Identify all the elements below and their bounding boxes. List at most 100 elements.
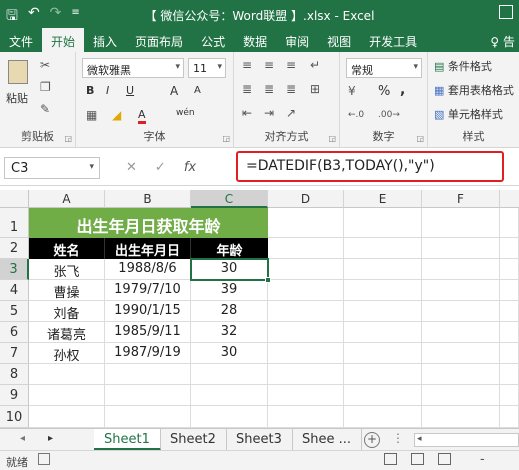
- header-birthdate[interactable]: 出生年月日: [105, 238, 191, 259]
- empty-cell[interactable]: [422, 322, 500, 343]
- empty-cell[interactable]: [500, 322, 519, 343]
- italic-button[interactable]: I: [106, 84, 109, 97]
- empty-cell[interactable]: [268, 406, 344, 428]
- cell-c6[interactable]: 32: [191, 322, 268, 343]
- empty-cell[interactable]: [422, 208, 500, 238]
- sheet-tab-sheet1[interactable]: Sheet1: [94, 429, 161, 451]
- empty-cell[interactable]: [500, 238, 519, 259]
- horizontal-scrollbar[interactable]: ◂: [414, 433, 519, 447]
- tab-review[interactable]: 审阅: [276, 28, 318, 52]
- cell-c5[interactable]: 28: [191, 301, 268, 322]
- empty-cell[interactable]: [500, 406, 519, 428]
- format-as-table-button[interactable]: ▦ 套用表格格式: [434, 82, 514, 98]
- macro-record-icon[interactable]: [38, 453, 50, 465]
- insert-function-icon[interactable]: fx: [184, 160, 196, 175]
- ribbon-display-options-icon[interactable]: [499, 5, 513, 19]
- align-left-icon[interactable]: ≣: [242, 82, 252, 96]
- font-size-select[interactable]: 11 ▾: [188, 58, 226, 78]
- empty-cell[interactable]: [500, 208, 519, 238]
- empty-cell[interactable]: [422, 364, 500, 385]
- shrink-font-button[interactable]: A: [194, 85, 201, 96]
- align-top-icon[interactable]: ≡: [242, 58, 252, 72]
- conditional-formatting-button[interactable]: ▤ 条件格式: [434, 58, 492, 74]
- cell-a5[interactable]: 刘备: [29, 301, 105, 322]
- empty-cell[interactable]: [344, 406, 422, 428]
- tab-view[interactable]: 视图: [318, 28, 360, 52]
- empty-cell[interactable]: [268, 301, 344, 322]
- empty-cell[interactable]: [500, 385, 519, 406]
- tab-formulas[interactable]: 公式: [192, 28, 234, 52]
- row-header-10[interactable]: 10: [0, 406, 29, 428]
- empty-cell[interactable]: [344, 259, 422, 280]
- empty-cell[interactable]: [344, 301, 422, 322]
- empty-cell[interactable]: [105, 385, 191, 406]
- add-sheet-button[interactable]: +: [364, 432, 380, 448]
- format-painter-icon[interactable]: ✎: [40, 102, 50, 116]
- column-header-c[interactable]: C: [191, 190, 268, 208]
- cell-styles-button[interactable]: ▧ 单元格样式: [434, 106, 503, 122]
- select-all-corner[interactable]: [0, 190, 29, 208]
- empty-cell[interactable]: [268, 208, 344, 238]
- cell-c4[interactable]: 39: [191, 280, 268, 301]
- empty-cell[interactable]: [105, 406, 191, 428]
- normal-view-icon[interactable]: [384, 453, 397, 465]
- empty-cell[interactable]: [29, 385, 105, 406]
- scroll-left-icon[interactable]: ◂: [417, 434, 422, 444]
- empty-cell[interactable]: [268, 238, 344, 259]
- cell-b4[interactable]: 1979/7/10: [105, 280, 191, 301]
- row-header-3[interactable]: 3: [0, 259, 29, 280]
- decrease-indent-icon[interactable]: ⇤: [242, 106, 252, 120]
- tab-insert[interactable]: 插入: [84, 28, 126, 52]
- column-header-a[interactable]: A: [29, 190, 105, 208]
- percent-style-button[interactable]: %: [378, 84, 390, 99]
- cell-b3[interactable]: 1988/8/6: [105, 259, 191, 280]
- cut-icon[interactable]: ✂: [40, 58, 50, 72]
- more-options-icon[interactable]: ⋮: [392, 431, 404, 445]
- row-header-7[interactable]: 7: [0, 343, 29, 364]
- active-cell-selection[interactable]: [190, 258, 271, 283]
- empty-cell[interactable]: [344, 385, 422, 406]
- grow-font-button[interactable]: A: [170, 84, 178, 98]
- align-bottom-icon[interactable]: ≡: [286, 58, 296, 72]
- column-header-d[interactable]: D: [268, 190, 344, 208]
- clipboard-launcher-icon[interactable]: ◲: [64, 134, 72, 143]
- empty-cell[interactable]: [29, 406, 105, 428]
- merge-center-icon[interactable]: ⊞: [310, 82, 320, 96]
- bold-button[interactable]: B: [86, 84, 94, 97]
- empty-cell[interactable]: [268, 364, 344, 385]
- empty-cell[interactable]: [268, 385, 344, 406]
- empty-cell[interactable]: [191, 406, 268, 428]
- empty-cell[interactable]: [344, 280, 422, 301]
- row-header-5[interactable]: 5: [0, 301, 29, 322]
- cell-b5[interactable]: 1990/1/15: [105, 301, 191, 322]
- font-launcher-icon[interactable]: ◲: [222, 134, 230, 143]
- empty-cell[interactable]: [268, 322, 344, 343]
- empty-cell[interactable]: [422, 343, 500, 364]
- title-banner[interactable]: 出生年月日获取年龄: [29, 208, 268, 238]
- row-header-6[interactable]: 6: [0, 322, 29, 343]
- sheet-tab-more[interactable]: Shee ...: [292, 429, 363, 451]
- empty-cell[interactable]: [422, 280, 500, 301]
- row-header-4[interactable]: 4: [0, 280, 29, 301]
- page-layout-view-icon[interactable]: [411, 453, 424, 465]
- cell-a6[interactable]: 诸葛亮: [29, 322, 105, 343]
- header-age[interactable]: 年龄: [191, 238, 268, 259]
- column-header-f[interactable]: F: [422, 190, 500, 208]
- comma-style-button[interactable]: ,: [400, 82, 405, 98]
- empty-cell[interactable]: [344, 364, 422, 385]
- page-break-view-icon[interactable]: [438, 453, 451, 465]
- empty-cell[interactable]: [500, 343, 519, 364]
- increase-indent-icon[interactable]: ⇥: [264, 106, 274, 120]
- align-right-icon[interactable]: ≣: [286, 82, 296, 96]
- fill-color-icon[interactable]: ◢: [112, 108, 121, 122]
- number-format-select[interactable]: 常规 ▾: [346, 58, 422, 78]
- increase-decimal-icon[interactable]: ←.0: [348, 108, 364, 122]
- empty-cell[interactable]: [422, 406, 500, 428]
- cell-b6[interactable]: 1985/9/11: [105, 322, 191, 343]
- enter-icon[interactable]: ✓: [155, 160, 166, 175]
- zoom-out-button[interactable]: -: [480, 452, 485, 467]
- cell-a4[interactable]: 曹操: [29, 280, 105, 301]
- empty-cell[interactable]: [344, 238, 422, 259]
- empty-cell[interactable]: [268, 280, 344, 301]
- previous-sheet-icon[interactable]: ◂: [20, 433, 25, 444]
